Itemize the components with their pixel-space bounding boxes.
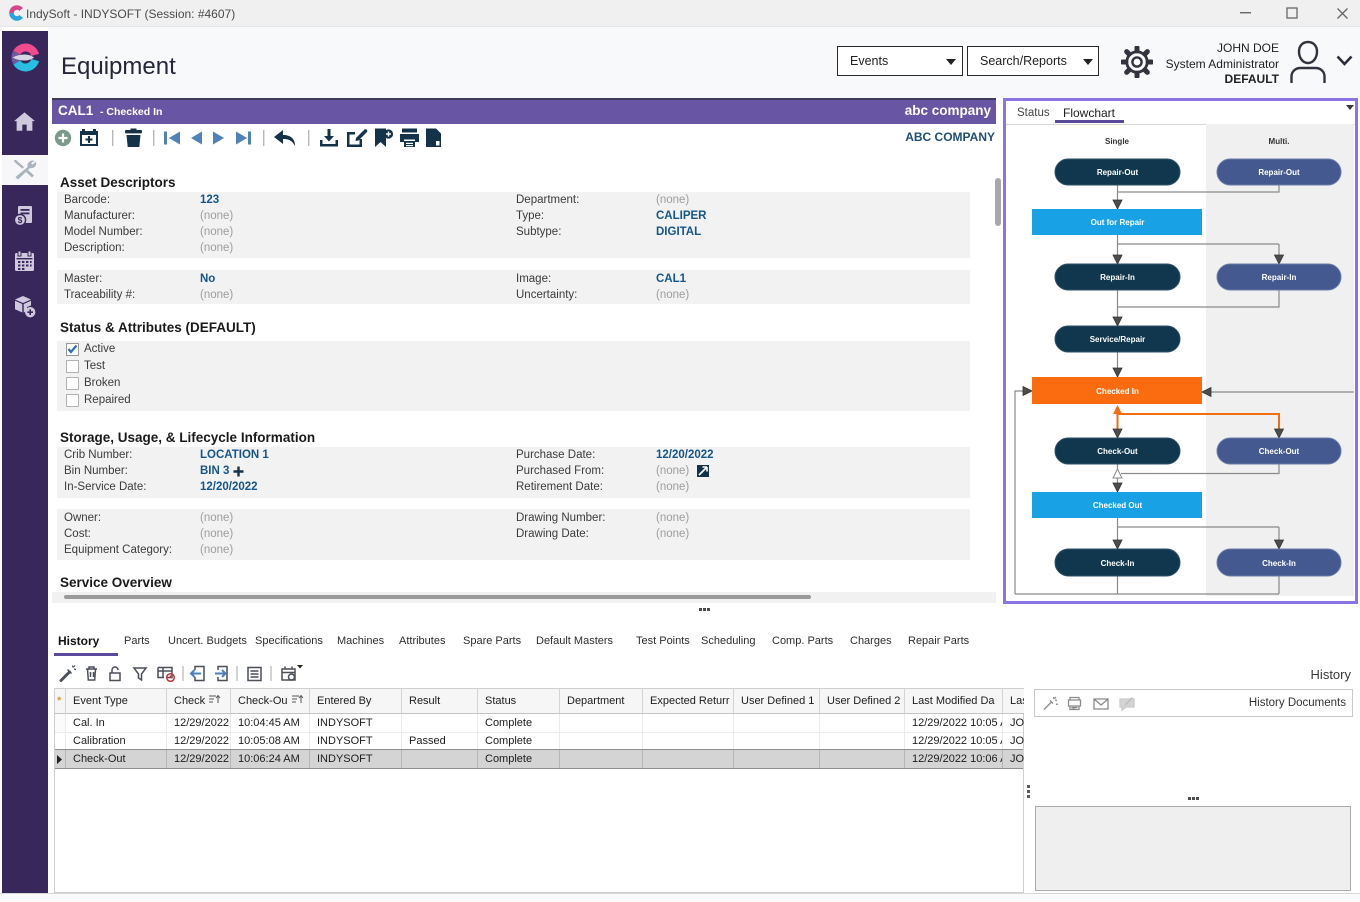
svg-text:Check-In: Check-In (1101, 559, 1135, 568)
svg-text:Repair-In: Repair-In (1100, 273, 1135, 282)
svg-text:Service/Repair: Service/Repair (1090, 335, 1146, 344)
svg-text:Checked In: Checked In (1096, 387, 1139, 396)
svg-text:Repair-In: Repair-In (1262, 273, 1297, 282)
svg-text:Check-Out: Check-Out (1259, 447, 1300, 456)
svg-text:Check-Out: Check-Out (1097, 447, 1138, 456)
svg-text:Multi.: Multi. (1269, 137, 1290, 146)
svg-text:Out for Repair: Out for Repair (1091, 218, 1145, 227)
svg-text:Repair-Out: Repair-Out (1097, 168, 1139, 177)
svg-text:Single: Single (1105, 137, 1130, 146)
svg-text:Repair-Out: Repair-Out (1258, 168, 1300, 177)
svg-text:Check-In: Check-In (1262, 559, 1296, 568)
svg-text:$: $ (18, 215, 23, 225)
svg-text:Checked Out: Checked Out (1093, 501, 1143, 510)
